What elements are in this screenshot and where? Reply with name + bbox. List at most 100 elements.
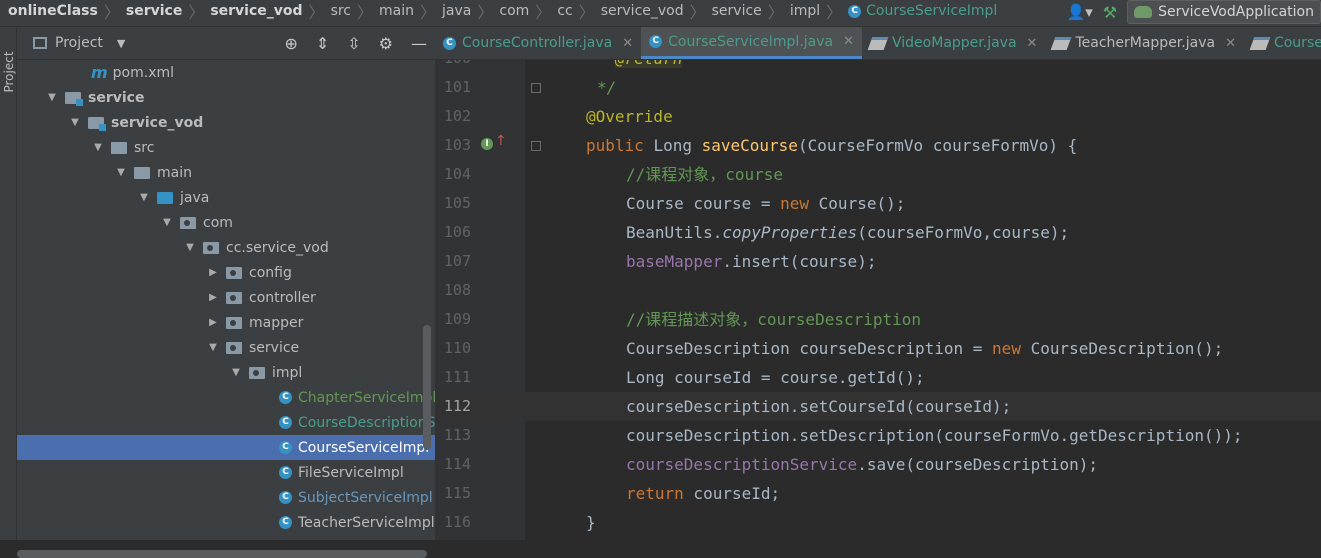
close-icon[interactable]: ✕ [1027, 36, 1038, 51]
locate-icon[interactable]: ⊕ [284, 34, 297, 53]
hammer-build-icon[interactable]: ⚒ [1103, 3, 1117, 22]
chevron-right-icon: 〉 [188, 3, 205, 22]
chevron-right-icon[interactable]: ▶ [206, 292, 220, 303]
tree-item-service-module[interactable]: ▼ service [17, 85, 463, 110]
tree-item-service-vod-module[interactable]: ▼ service_vod [17, 110, 486, 135]
folder-icon [134, 166, 150, 179]
tree-item-label: service [249, 339, 300, 356]
line-number: 109 [443, 310, 471, 328]
chevron-down-icon[interactable]: ▼ [206, 342, 220, 353]
tree-item-label: main [157, 164, 192, 181]
code-line: 109 //课程描述对象，courseDescription [435, 305, 1321, 334]
package-icon [249, 366, 265, 379]
fold-marker-icon[interactable] [531, 83, 541, 93]
tab-course-service-impl[interactable]: C CourseServiceImpl.java ✕ [641, 27, 863, 59]
navigation-bar: onlineClass 〉 service 〉 service_vod 〉 src 〉 … [0, 0, 1321, 27]
tree-item-label: service [88, 89, 145, 106]
code-text: courseDescriptionService.save(courseDesc… [626, 455, 1099, 474]
breadcrumb-item[interactable]: service_vod [597, 3, 688, 19]
code-line: 101 */ [435, 73, 1321, 102]
breadcrumb-item[interactable]: com [495, 3, 533, 19]
chevron-right-icon[interactable]: ▶ [206, 317, 220, 328]
code-text: return courseId; [626, 484, 781, 503]
run-configuration-select[interactable]: ServiceVodApplication [1127, 0, 1321, 24]
mybatis-mapper-icon [867, 36, 889, 50]
breadcrumb-item[interactable]: service [122, 3, 186, 19]
chevron-down-icon[interactable]: ▼ [183, 242, 197, 253]
package-icon [203, 241, 219, 254]
tab-label: CourseController.java [462, 35, 613, 51]
code-text: courseDescription.setDescription(courseF… [626, 426, 1243, 445]
package-icon [226, 341, 242, 354]
line-number: 111 [443, 368, 471, 386]
line-number: 106 [443, 223, 471, 241]
code-line: 113 courseDescription.setDescription(cou… [435, 421, 1321, 450]
current-code-line: 112 courseDescription.setCourseId(course… [435, 392, 1321, 421]
collapse-all-icon[interactable]: ⇳ [347, 34, 360, 53]
chevron-right-icon: 〉 [357, 3, 374, 22]
class-icon: C [279, 391, 292, 404]
close-icon[interactable]: ✕ [622, 36, 633, 51]
chevron-down-icon[interactable]: ▼ [160, 217, 174, 228]
project-window-icon [33, 37, 47, 49]
code-text: CourseDescription courseDescription = ne… [626, 339, 1224, 358]
package-icon [180, 216, 196, 229]
chevron-right-icon: 〉 [578, 3, 595, 22]
code-text: courseDescription.setCourseId(courseId); [626, 397, 1012, 416]
chevron-down-icon[interactable]: ▼ [114, 167, 128, 178]
chevron-right-icon: 〉 [826, 3, 843, 22]
breadcrumb-item[interactable]: src [327, 3, 355, 19]
breadcrumb-item[interactable]: java [438, 3, 475, 19]
code-line: 111 Long courseId = course.getId(); [435, 363, 1321, 392]
interface-icon [1249, 36, 1271, 50]
breadcrumb-item[interactable]: impl [786, 3, 824, 19]
tree-item-label: com [203, 214, 233, 231]
chevron-down-icon[interactable]: ▼ [45, 92, 59, 103]
breadcrumb-item[interactable]: cc [553, 3, 576, 19]
line-number: 102 [443, 107, 471, 125]
chevron-right-icon: 〉 [103, 3, 120, 22]
tab-video-mapper[interactable]: VideoMapper.java ✕ [862, 27, 1045, 59]
tree-item-label: impl [272, 364, 303, 381]
line-number: 112 [443, 397, 471, 415]
breadcrumb-item[interactable]: service_vod [206, 3, 306, 19]
line-number: 115 [443, 484, 471, 502]
code-text: baseMapper.insert(course); [626, 252, 877, 271]
project-panel-title[interactable]: Project [55, 35, 103, 51]
close-icon[interactable]: ✕ [843, 34, 854, 49]
code-text: public Long saveCourse(CourseFormVo cour… [586, 136, 1078, 155]
tab-course-controller[interactable]: C CourseController.java ✕ [435, 27, 641, 59]
horizontal-scrollbar[interactable] [17, 550, 427, 558]
code-text: //课程描述对象，courseDescription [626, 310, 922, 329]
tab-course-description-service[interactable]: CourseDescriptionService.java [1244, 27, 1321, 59]
code-line: 115 return courseId; [435, 479, 1321, 508]
minimize-icon[interactable]: — [411, 34, 427, 53]
breadcrumb-item[interactable]: main [375, 3, 418, 19]
project-tool-button[interactable]: Project [2, 47, 16, 97]
user-icon[interactable]: 👤▾ [1067, 3, 1093, 21]
fold-marker-icon[interactable] [531, 141, 541, 151]
tree-item-label: FileServiceImpl [298, 464, 404, 481]
vertical-scrollbar[interactable] [423, 325, 431, 450]
spring-boot-icon [1134, 6, 1153, 18]
breadcrumb-item[interactable]: onlineClass [4, 3, 102, 19]
tab-teacher-mapper[interactable]: TeacherMapper.java ✕ [1045, 27, 1244, 59]
package-icon [226, 291, 242, 304]
implements-method-icon[interactable]: I [481, 138, 493, 150]
breadcrumb-current[interactable]: C CourseServiceImpl [844, 3, 1001, 19]
project-panel: Project ▼ ⊕ ⇕ ⇳ ⚙ — m pom.xml ▼ service … [17, 27, 697, 558]
breadcrumb-item[interactable]: service [708, 3, 766, 19]
chevron-down-icon[interactable]: ▼ [137, 192, 151, 203]
chevron-right-icon[interactable]: ▶ [206, 267, 220, 278]
code-area[interactable]: 100 @return 101 */ 102 @Override 103 I ↑… [435, 60, 1321, 540]
gear-icon[interactable]: ⚙ [379, 34, 393, 53]
chevron-down-icon[interactable]: ▼ [68, 117, 82, 128]
expand-all-icon[interactable]: ⇕ [316, 34, 329, 53]
arrow-up-icon: ↑ [495, 133, 507, 149]
chevron-down-icon[interactable]: ▼ [229, 367, 243, 378]
close-icon[interactable]: ✕ [1225, 36, 1236, 51]
chevron-down-icon[interactable]: ▼ [117, 37, 125, 50]
line-number: 114 [443, 455, 471, 473]
chevron-down-icon[interactable]: ▼ [91, 142, 105, 153]
line-number: 113 [443, 426, 471, 444]
